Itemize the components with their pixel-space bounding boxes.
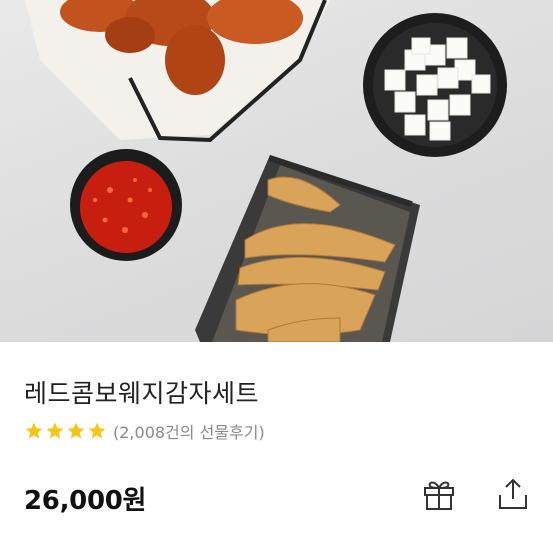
action-buttons <box>421 476 531 512</box>
product-image[interactable] <box>0 0 553 342</box>
star-icon <box>25 422 43 439</box>
gift-icon <box>424 481 454 510</box>
gift-button[interactable] <box>421 476 457 512</box>
star-icon <box>46 422 64 439</box>
product-info-panel: 레드콤보웨지감자세트 (2,008건의 선물후기) 26,000원 <box>0 342 553 553</box>
star-rating <box>24 421 107 441</box>
review-count-link[interactable]: (2,008건의 선물후기) <box>113 419 265 443</box>
product-title: 레드콤보웨지감자세트 <box>24 379 260 408</box>
product-price: 26,000원 <box>24 486 147 516</box>
star-icon <box>88 422 106 439</box>
share-icon <box>499 478 527 509</box>
share-button[interactable] <box>495 476 531 512</box>
rating-row[interactable]: (2,008건의 선물후기) <box>24 420 265 442</box>
star-icon <box>67 422 85 439</box>
